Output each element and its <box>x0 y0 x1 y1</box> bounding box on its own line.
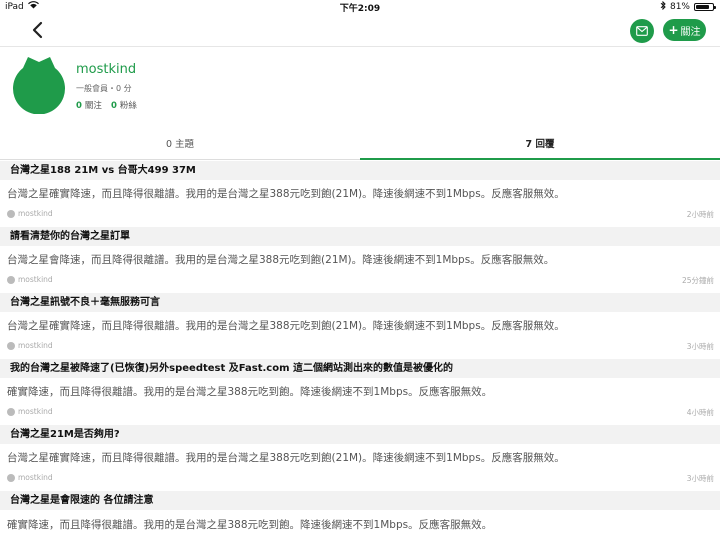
status-bar: iPad 下午2:09 81% <box>0 0 720 14</box>
list-item[interactable]: 台灣之星21M是否夠用? 台灣之星確實降速，而且降得很離譜。我用的是台灣之星38… <box>0 425 720 491</box>
battery-fill <box>696 5 709 9</box>
followers-stat[interactable]: 0 粉絲 <box>111 99 137 111</box>
reply-time: 4小時前 <box>686 408 714 417</box>
profile-header: mostkind 一般會員・0 分 0 關注 0 粉絲 <box>0 46 720 136</box>
chevron-left-icon <box>32 21 43 39</box>
follow-label: 關注 <box>680 26 701 38</box>
tab-bar: 0 主題 7 回覆 <box>0 136 720 160</box>
battery-percent: 81% <box>669 2 690 12</box>
reply-thread-title[interactable]: 台灣之星188 21M vs 台哥大499 37M <box>0 161 720 180</box>
reply-time: 25分鐘前 <box>681 276 714 285</box>
reply-time: 2小時前 <box>686 210 714 219</box>
back-button[interactable] <box>26 18 50 42</box>
user-icon <box>7 407 15 416</box>
reply-body: 台灣之星確實降速，而且降得很離譜。我用的是台灣之星388元吃到飽(21M)。降速… <box>7 320 565 332</box>
list-item[interactable]: 我的台灣之星被降速了(已恢復)另外speedtest 及Fast.com 這二個… <box>0 359 720 425</box>
member-meta: 一般會員・0 分 <box>76 84 132 93</box>
reply-author: mostkind <box>18 473 53 482</box>
reply-thread-title[interactable]: 台灣之星21M是否夠用? <box>0 425 720 444</box>
reply-body: 確實降速，而且降得很離譜。我用的是台灣之星388元吃到飽。降速後網速不到1Mbp… <box>7 386 493 398</box>
reply-body: 台灣之星會降速，而且降得很離譜。我用的是台灣之星388元吃到飽(21M)。降速後… <box>7 254 555 266</box>
follow-button[interactable]: + 關注 <box>663 19 706 41</box>
following-stat[interactable]: 0 關注 <box>76 99 102 111</box>
list-item[interactable]: 請看清楚你的台灣之星訂單 台灣之星會降速，而且降得很離譜。我用的是台灣之星388… <box>0 227 720 293</box>
reply-thread-title[interactable]: 我的台灣之星被降速了(已恢復)另外speedtest 及Fast.com 這二個… <box>0 359 720 378</box>
reply-time: 3小時前 <box>686 474 714 483</box>
list-item[interactable]: 台灣之星訊號不良＋毫無服務可言 台灣之星確實降速，而且降得很離譜。我用的是台灣之… <box>0 293 720 359</box>
list-item[interactable]: 台灣之星是會限速的 各位請注意 確實降速，而且降得很離譜。我用的是台灣之星388… <box>0 491 720 557</box>
message-button[interactable] <box>630 19 654 43</box>
nav-bar: + 關注 <box>0 14 720 47</box>
plus-icon: + <box>668 23 679 37</box>
tab-topics[interactable]: 0 主題 <box>0 136 360 160</box>
follow-counts: 0 關注 0 粉絲 <box>76 99 137 111</box>
reply-list: 台灣之星188 21M vs 台哥大499 37M 台灣之星確實降速，而且降得很… <box>0 161 720 557</box>
user-icon <box>7 473 15 482</box>
avatar <box>13 57 65 114</box>
reply-body: 台灣之星確實降速，而且降得很離譜。我用的是台灣之星388元吃到飽(21M)。降速… <box>7 188 565 200</box>
mail-icon <box>636 26 648 36</box>
user-icon <box>7 209 15 218</box>
battery-icon <box>694 3 716 11</box>
reply-time: 3小時前 <box>686 342 714 351</box>
bluetooth-icon <box>660 0 666 13</box>
username[interactable]: mostkind <box>76 62 136 77</box>
reply-thread-title[interactable]: 台灣之星是會限速的 各位請注意 <box>0 491 720 510</box>
user-icon <box>7 341 15 350</box>
reply-thread-title[interactable]: 請看清楚你的台灣之星訂單 <box>0 227 720 246</box>
reply-body: 台灣之星確實降速，而且降得很離譜。我用的是台灣之星388元吃到飽(21M)。降速… <box>7 452 565 464</box>
status-time: 下午2:09 <box>339 4 381 14</box>
reply-author: mostkind <box>18 275 53 284</box>
followers-label: 粉絲 <box>119 101 137 111</box>
reply-author: mostkind <box>18 209 53 218</box>
reply-body: 確實降速，而且降得很離譜。我用的是台灣之星388元吃到飽。降速後網速不到1Mbp… <box>7 519 493 531</box>
reply-author: mostkind <box>18 341 53 350</box>
following-label: 關注 <box>84 101 102 111</box>
list-item[interactable]: 台灣之星188 21M vs 台哥大499 37M 台灣之星確實降速，而且降得很… <box>0 161 720 227</box>
reply-thread-title[interactable]: 台灣之星訊號不良＋毫無服務可言 <box>0 293 720 312</box>
tab-replies[interactable]: 7 回覆 <box>360 136 720 160</box>
user-icon <box>7 275 15 284</box>
followers-count: 0 <box>110 101 117 111</box>
reply-author: mostkind <box>18 407 53 416</box>
following-count: 0 <box>76 101 82 111</box>
